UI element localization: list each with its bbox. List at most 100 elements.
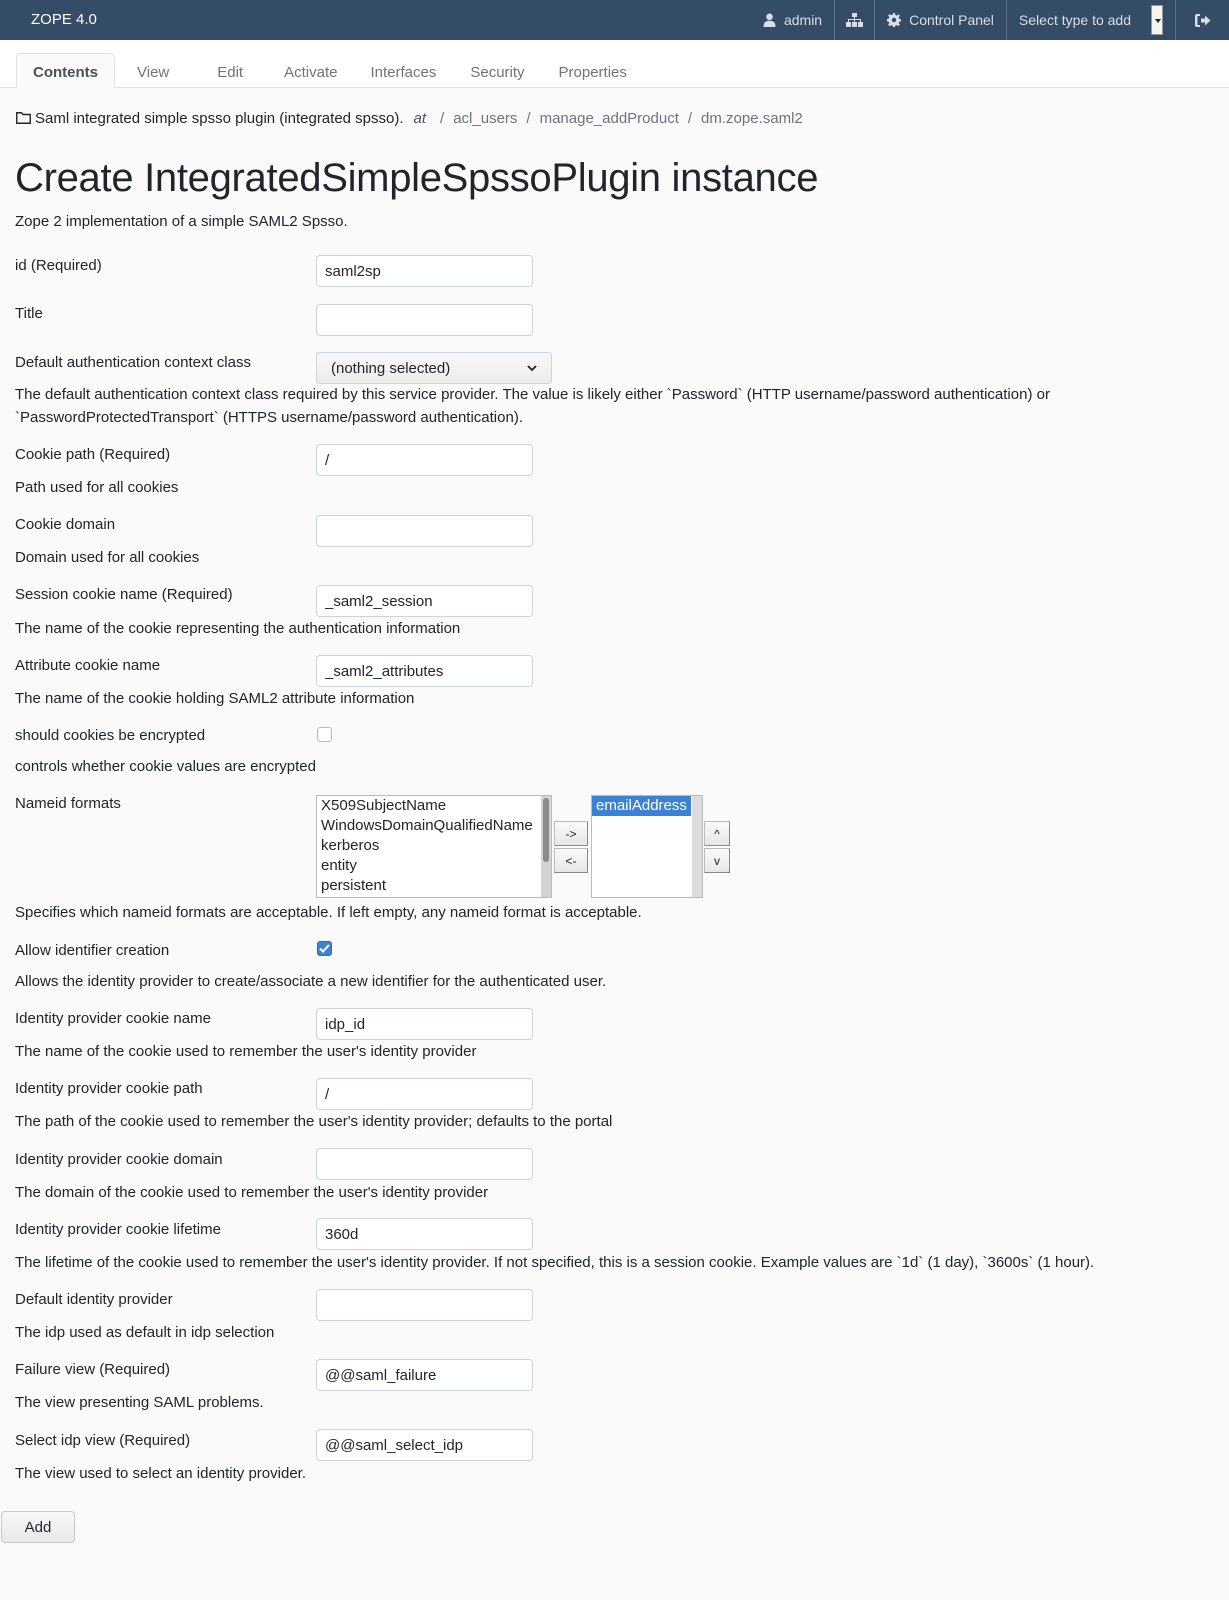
dropdown-arrow-icon[interactable] (1151, 5, 1163, 35)
sitemap-icon (846, 13, 864, 27)
idp-cookie-lifetime-input[interactable] (316, 1218, 533, 1250)
nameid-selected-scrollbar[interactable] (692, 796, 702, 897)
add-type-placeholder: Select type to add (1018, 12, 1131, 28)
brand-logo[interactable]: ZOPE 4.0 (0, 0, 97, 40)
nameid-add-button[interactable]: -> (554, 821, 588, 846)
idp-cookie-domain-label: Identity provider cookie domain (15, 1151, 223, 1168)
folder-icon (16, 112, 31, 124)
default-idp-input[interactable] (316, 1289, 533, 1321)
failure-view-help: The view presenting SAML problems. (15, 1394, 264, 1411)
add-form: id (Required) Title Default authenticati… (15, 0, 1215, 1600)
nameid-selected-option[interactable]: emailAddress (592, 796, 691, 816)
tab-properties[interactable]: Properties (542, 53, 644, 88)
tab-edit[interactable]: Edit (195, 53, 271, 88)
gear-icon (887, 13, 902, 27)
breadcrumb-separator: / (687, 109, 693, 127)
attribute-cookie-help: The name of the cookie holding SAML2 att… (15, 690, 415, 707)
user-menu[interactable]: admin (751, 0, 834, 40)
tab-view[interactable]: View (115, 53, 195, 88)
cookie-domain-input[interactable] (316, 515, 533, 547)
attribute-cookie-label: Attribute cookie name (15, 657, 161, 674)
encrypt-label: should cookies be encrypted (15, 727, 206, 744)
navbar-right: admin Control Panel Select type to add (751, 0, 1229, 40)
idp-cookie-name-input[interactable] (316, 1008, 533, 1040)
nameid-option[interactable]: persistent (317, 876, 551, 896)
nameid-available-scrollbar[interactable] (541, 796, 551, 897)
nameid-selected-list[interactable]: emailAddress (591, 795, 703, 898)
default-idp-label: Default identity provider (15, 1291, 173, 1308)
idp-cookie-path-input[interactable] (316, 1078, 533, 1110)
cookie-path-label: Cookie path (Required) (15, 446, 171, 463)
cookie-path-help: Path used for all cookies (15, 479, 179, 496)
tab-activate[interactable]: Activate (271, 53, 354, 88)
breadcrumb-item-dm-zope-saml2[interactable]: dm.zope.saml2 (701, 110, 803, 127)
nameid-option[interactable]: entity (317, 856, 551, 876)
page-title: Create IntegratedSimpleSpssoPlugin insta… (15, 156, 819, 200)
sign-out-icon (1194, 13, 1210, 27)
breadcrumb-object-title: Saml integrated simple spsso plugin (int… (35, 109, 404, 127)
idp-cookie-path-help: The path of the cookie used to remember … (15, 1113, 613, 1130)
breadcrumb-item-manage-addproduct[interactable]: manage_addProduct (540, 110, 679, 127)
page-subtitle: Zope 2 implementation of a simple SAML2 … (15, 213, 348, 230)
failure-view-label: Failure view (Required) (15, 1361, 171, 1378)
tab-security[interactable]: Security (452, 53, 541, 88)
nameid-move-down-button[interactable]: v (704, 848, 730, 873)
tab-interfaces[interactable]: Interfaces (354, 53, 452, 88)
allow-create-checkbox[interactable] (317, 941, 332, 956)
sitemap-button[interactable] (834, 0, 874, 40)
select-idp-view-input[interactable] (316, 1429, 533, 1461)
auth-context-select[interactable]: (nothing selected) (316, 352, 552, 384)
nameid-option[interactable]: WindowsDomainQualifiedName (317, 816, 551, 836)
title-label: Title (15, 305, 43, 322)
idp-cookie-domain-input[interactable] (316, 1148, 533, 1180)
management-tabs: Contents View Edit Activate Interfaces S… (0, 40, 1229, 88)
idp-cookie-name-help: The name of the cookie used to remember … (15, 1043, 477, 1060)
default-idp-help: The idp used as default in idp selection (15, 1324, 275, 1341)
breadcrumb-at: at (413, 109, 427, 127)
checkmark-icon (319, 944, 330, 953)
nameid-option[interactable]: kerberos (317, 836, 551, 856)
cookie-domain-label: Cookie domain (15, 516, 116, 533)
auth-context-help-line1: The default authentication context class… (15, 386, 1050, 403)
breadcrumb-item-acl-users[interactable]: acl_users (453, 110, 517, 127)
auth-context-help-line2: `PasswordProtectedTransport` (HTTPS user… (15, 409, 523, 426)
auth-context-label: Default authentication context class (15, 354, 251, 371)
allow-create-label: Allow identifier creation (15, 942, 170, 959)
nameid-option[interactable]: X509SubjectName (317, 796, 551, 816)
encrypt-help: controls whether cookie values are encry… (15, 758, 316, 775)
add-type-select[interactable]: Select type to add (1005, 0, 1175, 40)
session-cookie-help: The name of the cookie representing the … (15, 620, 461, 637)
breadcrumb-separator: / (526, 109, 531, 127)
tab-contents[interactable]: Contents (16, 53, 115, 88)
user-icon (763, 13, 776, 27)
idp-cookie-lifetime-help: The lifetime of the cookie used to remem… (15, 1254, 1095, 1271)
nameid-label: Nameid formats (15, 795, 121, 812)
attribute-cookie-input[interactable] (316, 655, 533, 687)
nameid-help: Specifies which nameid formats are accep… (15, 904, 642, 921)
encrypt-checkbox[interactable] (317, 727, 332, 742)
select-idp-view-help: The view used to select an identity prov… (15, 1465, 306, 1482)
nameid-move-up-button[interactable]: ^ (704, 821, 730, 846)
failure-view-input[interactable] (316, 1359, 533, 1391)
session-cookie-label: Session cookie name (Required) (15, 586, 233, 603)
idp-cookie-path-label: Identity provider cookie path (15, 1080, 203, 1097)
nameid-available-list[interactable]: X509SubjectName WindowsDomainQualifiedNa… (316, 795, 552, 898)
add-button[interactable]: Add (1, 1511, 75, 1543)
auth-context-selected: (nothing selected) (331, 359, 451, 377)
idp-cookie-lifetime-label: Identity provider cookie lifetime (15, 1221, 221, 1238)
cookie-path-input[interactable] (316, 444, 533, 476)
control-panel-label: Control Panel (909, 12, 994, 28)
breadcrumb: Saml integrated simple spsso plugin (int… (0, 88, 1229, 132)
control-panel-link[interactable]: Control Panel (874, 0, 1006, 40)
session-cookie-input[interactable] (316, 585, 533, 617)
idp-cookie-domain-help: The domain of the cookie used to remembe… (15, 1184, 489, 1201)
scrollbar-thumb[interactable] (543, 798, 549, 862)
chevron-down-icon (527, 364, 537, 371)
top-navbar: ZOPE 4.0 admin Control Panel Select type… (0, 0, 1229, 40)
id-input[interactable] (316, 255, 533, 287)
select-idp-view-label: Select idp view (Required) (15, 1432, 191, 1449)
logout-button[interactable] (1175, 0, 1229, 40)
title-input[interactable] (316, 304, 533, 336)
nameid-remove-button[interactable]: <- (554, 848, 588, 873)
cookie-domain-help: Domain used for all cookies (15, 549, 200, 566)
